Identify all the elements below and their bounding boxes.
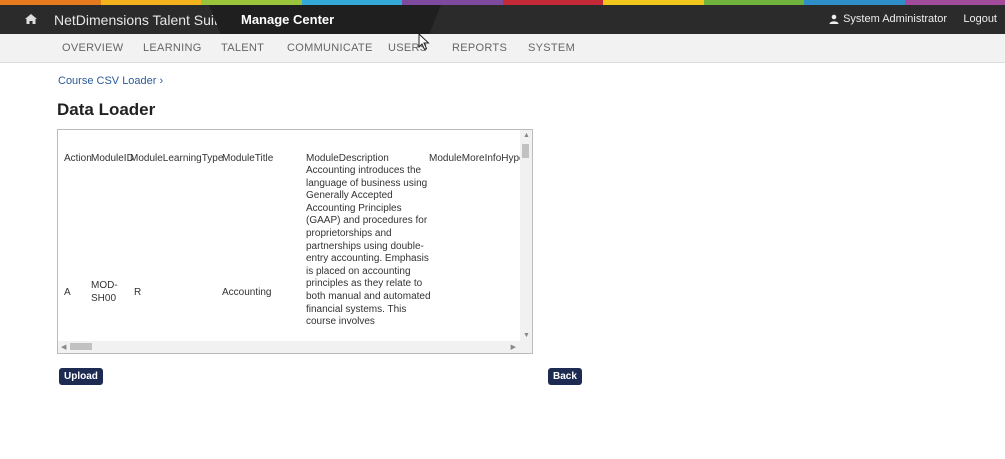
mouse-cursor-icon <box>418 33 430 51</box>
column-header-action: Action <box>64 153 92 164</box>
scroll-down-icon[interactable]: ▼ <box>523 332 530 339</box>
column-header-module-more-info: ModuleMoreInfoHype <box>429 153 521 164</box>
column-header-module-description: ModuleDescription <box>306 153 389 164</box>
scroll-up-icon[interactable]: ▲ <box>523 132 530 139</box>
description-line: both manual and automated <box>306 290 431 302</box>
nav-item-overview[interactable]: OVERVIEW <box>62 42 124 54</box>
cell-action: A <box>64 287 71 298</box>
description-cell: Accounting introduces the language of bus… <box>306 165 432 329</box>
description-line: proprietorships and <box>306 227 392 239</box>
description-line: entry accounting. Emphasis <box>306 253 429 265</box>
nav-item-learning[interactable]: LEARNING <box>143 42 202 54</box>
nav-item-reports[interactable]: REPORTS <box>452 42 507 54</box>
column-header-learning-type: ModuleLearningType <box>130 153 224 164</box>
column-header-module-id: ModuleID <box>91 153 134 164</box>
description-line: financial systems. This <box>306 303 407 315</box>
brand-name[interactable]: NetDimensions Talent Suite <box>54 12 226 28</box>
module-tab-manage-center[interactable]: Manage Center <box>209 5 441 34</box>
description-line: principles as they relate to <box>306 278 423 290</box>
description-line: is placed on accounting <box>306 265 411 277</box>
scroll-right-icon[interactable]: ▶ <box>511 343 516 351</box>
main-nav: OVERVIEW LEARNING TALENT COMMUNICATE USE… <box>0 34 1005 63</box>
description-line: Accounting introduces the <box>306 165 422 176</box>
description-line: Accounting Principles <box>306 202 402 214</box>
cell-module-id-line2: SH00 <box>91 293 117 304</box>
user-name: System Administrator <box>843 13 947 25</box>
user-menu[interactable]: System Administrator <box>829 13 947 25</box>
module-tab-label: Manage Center <box>241 12 335 27</box>
nav-item-talent[interactable]: TALENT <box>221 42 264 54</box>
page-title: Data Loader <box>57 100 156 119</box>
description-line: language of business using <box>306 177 428 189</box>
upload-button[interactable]: Upload <box>59 368 103 385</box>
user-icon <box>829 14 839 24</box>
vertical-scrollbar[interactable]: ▲ ▼ <box>520 130 532 341</box>
home-icon[interactable] <box>23 11 39 27</box>
cell-module-id-line1: MOD- <box>91 280 118 291</box>
description-line: (GAAP) and procedures for <box>306 215 428 227</box>
horizontal-scrollbar[interactable]: ◀ ▶ <box>58 341 532 353</box>
top-bar: NetDimensions Talent Suite Manage Center… <box>0 5 1005 34</box>
horizontal-scroll-thumb[interactable] <box>70 343 92 350</box>
csv-preview-grid[interactable]: Action ModuleID ModuleLearningType Modul… <box>57 129 533 354</box>
vertical-scroll-thumb[interactable] <box>522 144 529 158</box>
description-line: partnerships using double- <box>306 240 424 252</box>
back-button[interactable]: Back <box>548 368 582 385</box>
scroll-left-icon[interactable]: ◀ <box>61 343 66 351</box>
nav-item-system[interactable]: SYSTEM <box>528 42 575 54</box>
logout-link[interactable]: Logout <box>963 13 997 25</box>
description-line: course involves <box>306 316 375 328</box>
column-header-module-title: ModuleTitle <box>222 153 274 164</box>
cell-module-title: Accounting <box>222 287 272 298</box>
nav-item-communicate[interactable]: COMMUNICATE <box>287 42 373 54</box>
description-line: Generally Accepted <box>306 190 393 202</box>
breadcrumb[interactable]: Course CSV Loader › <box>58 75 163 87</box>
cell-learning-type: R <box>134 287 142 298</box>
